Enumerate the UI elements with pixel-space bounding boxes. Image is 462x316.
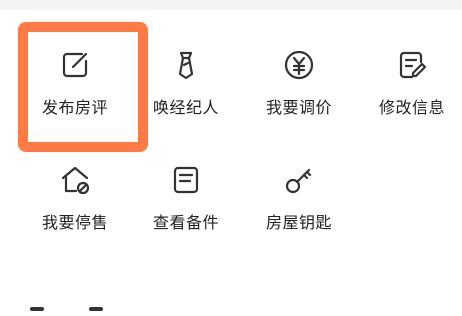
action-label: 房屋钥匙	[265, 213, 332, 232]
partial-text	[89, 307, 104, 311]
action-stop-selling[interactable]: 我要停售	[20, 163, 130, 259]
action-publish-review[interactable]: 发布房评	[20, 48, 130, 144]
action-view-documents[interactable]: 查看备件	[131, 163, 241, 259]
house-stop-icon	[58, 163, 92, 197]
key-icon	[282, 163, 316, 197]
action-house-keys[interactable]: 房屋钥匙	[244, 163, 354, 259]
action-label: 修改信息	[378, 98, 445, 117]
action-label: 查看备件	[152, 213, 219, 232]
action-label: 发布房评	[41, 98, 108, 117]
agent-tie-icon	[169, 48, 203, 82]
partial-section-header	[30, 296, 230, 316]
action-label: 唤经纪人	[152, 98, 219, 117]
action-adjust-price[interactable]: 我要调价	[244, 48, 354, 144]
action-edit-info[interactable]: 修改信息	[357, 48, 462, 144]
document-list-icon	[169, 163, 203, 197]
action-call-agent[interactable]: 唤经纪人	[131, 48, 241, 144]
partial-text	[30, 307, 44, 311]
action-grid: 发布房评 唤经纪人 我要调价 修改信息 我要停售 查看备件 房屋钥匙	[0, 0, 462, 309]
action-label: 我要停售	[41, 213, 108, 232]
edit-document-icon	[395, 48, 429, 82]
edit-square-icon	[58, 48, 92, 82]
action-label: 我要调价	[265, 98, 332, 117]
yuan-price-icon	[282, 48, 316, 82]
